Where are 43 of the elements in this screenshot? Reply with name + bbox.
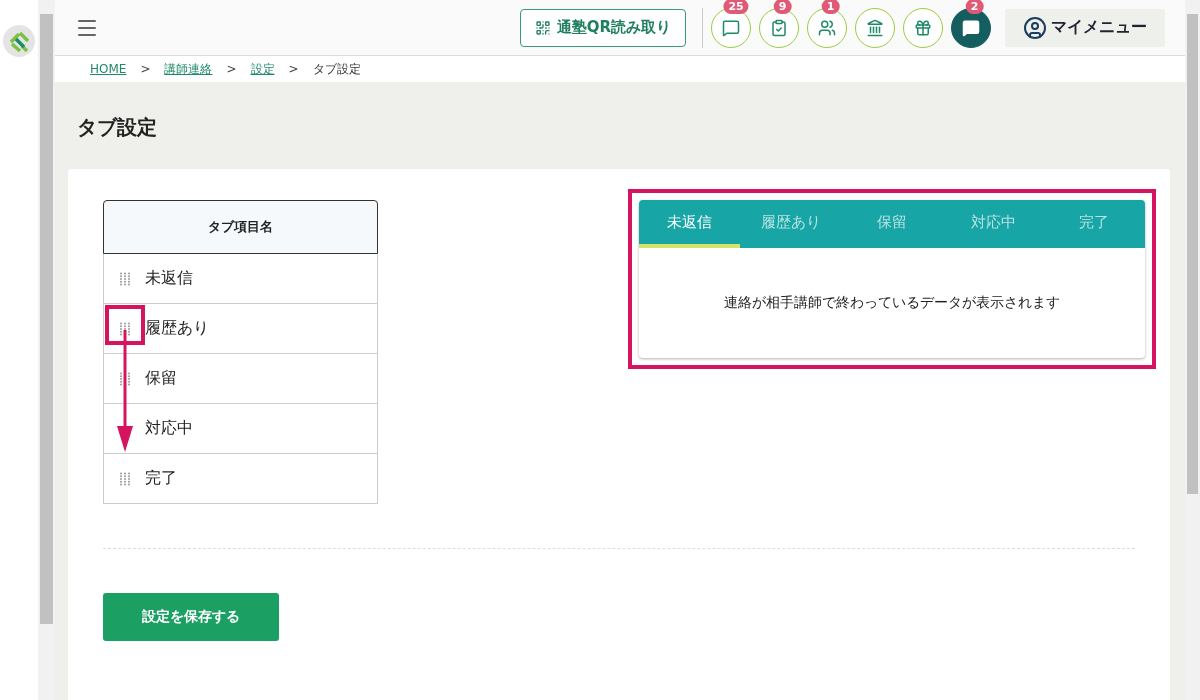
count-badge: 9 [773, 0, 792, 14]
breadcrumb-link[interactable]: HOME [90, 62, 127, 76]
gift-button[interactable] [903, 7, 943, 48]
tab-row[interactable]: 未返信 [103, 254, 378, 304]
tab-name: 完了 [145, 468, 177, 489]
drag-handle-icon[interactable] [119, 321, 131, 336]
save-button[interactable]: 設定を保存する [103, 593, 279, 641]
people-icon [818, 18, 836, 37]
breadcrumb-separator: > [288, 62, 299, 76]
count-badge: 1 [821, 0, 840, 14]
preview-tab[interactable]: 未返信 [639, 200, 741, 248]
checklist-icon [770, 18, 788, 37]
user-icon [1023, 15, 1047, 40]
count-badge: 2 [965, 0, 984, 14]
column-header: タブ項目名 [103, 200, 378, 254]
drag-handle-icon[interactable] [119, 271, 131, 286]
qr-code-icon [534, 19, 551, 36]
breadcrumb-separator: > [226, 62, 237, 76]
tab-name: 保留 [145, 368, 177, 389]
qr-scan-button[interactable]: 通塾QR読み取り [519, 8, 686, 47]
building-button[interactable] [855, 7, 895, 48]
my-menu-button[interactable]: マイメニュー [1005, 8, 1165, 47]
tab-row[interactable]: 保留 [103, 354, 378, 404]
breadcrumb-link[interactable]: 設定 [250, 60, 275, 78]
highlight-frame [105, 305, 145, 345]
breadcrumb-link[interactable]: 講師連絡 [164, 60, 213, 78]
gift-icon [914, 18, 932, 37]
drag-handle-icon[interactable] [119, 371, 131, 386]
building-icon [866, 18, 884, 37]
tab-description: 連絡が相手講師で終わっているデータが表示されます [723, 293, 1061, 312]
breadcrumb-current: タブ設定 [312, 60, 361, 78]
tab-name: 未返信 [145, 268, 193, 289]
logo-icon [2, 24, 36, 58]
chat-icon [962, 18, 980, 37]
page-title: タブ設定 [77, 114, 158, 141]
breadcrumb-separator: > [140, 62, 151, 76]
count-badge: 25 [723, 0, 749, 14]
tab-row[interactable]: 履歴あり [103, 304, 378, 354]
drag-handle-icon[interactable] [119, 471, 131, 486]
tab-name: 対応中 [145, 418, 193, 439]
tab-name: 履歴あり [145, 318, 209, 339]
chat-icon [722, 18, 740, 37]
tab-row[interactable]: 完了 [103, 454, 378, 504]
